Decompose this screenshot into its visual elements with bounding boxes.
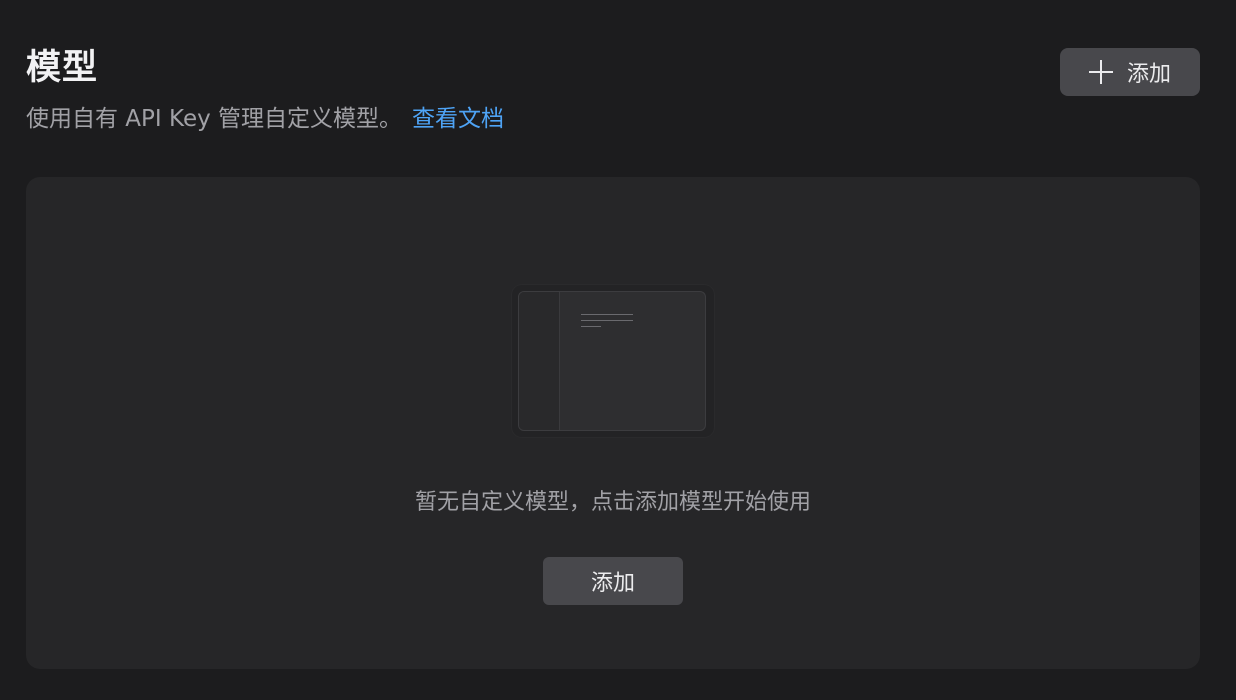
illustration-line [581,320,633,321]
plus-icon [1088,60,1113,84]
subtitle-text: 使用自有 API Key 管理自定义模型。 [26,106,403,132]
page-title: 模型 [26,48,99,88]
page-subtitle: 使用自有 API Key 管理自定义模型。 查看文档 [26,102,504,136]
illustration-window [518,291,706,431]
empty-state-message: 暂无自定义模型，点击添加模型开始使用 [414,490,811,515]
empty-state-panel: 暂无自定义模型，点击添加模型开始使用 添加 [26,177,1200,669]
models-settings-page: 模型 使用自有 API Key 管理自定义模型。 查看文档 添加 暂无自定义模型，… [0,0,1236,700]
illustration-sidebar [519,292,560,430]
illustration-line [581,314,633,315]
window-illustration-icon [512,285,714,437]
add-model-button[interactable]: 添加 [1060,48,1200,96]
empty-state-add-button[interactable]: 添加 [543,557,683,605]
add-model-button-label: 添加 [1126,62,1171,87]
illustration-line [581,326,601,327]
view-docs-link[interactable]: 查看文档 [412,106,504,132]
